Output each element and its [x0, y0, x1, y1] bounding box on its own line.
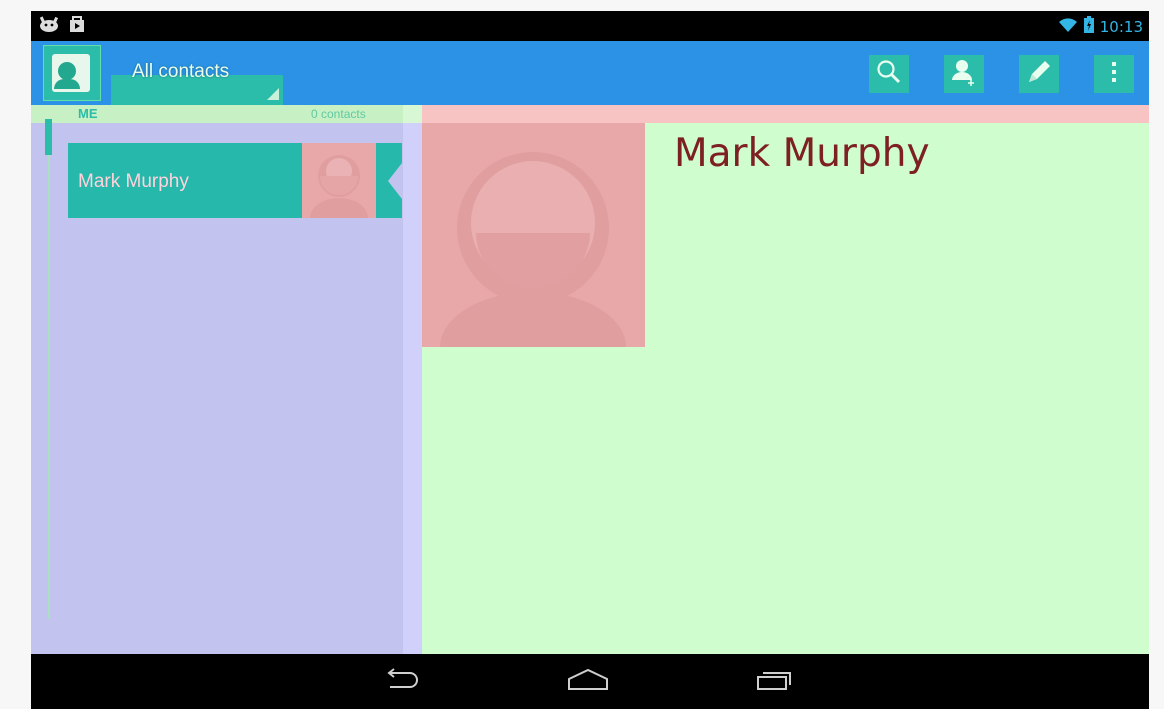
detail-photo[interactable] — [422, 123, 645, 347]
default-avatar-icon — [440, 152, 626, 347]
status-time: 10:13 — [1099, 18, 1143, 36]
pane-divider-top — [403, 105, 422, 123]
home-icon — [566, 667, 610, 698]
selected-indicator — [376, 143, 402, 218]
contact-photo — [302, 143, 376, 218]
spinner-label: All contacts — [132, 61, 230, 82]
status-bar: 10:13 — [31, 11, 1149, 41]
contact-name: Mark Murphy — [78, 171, 189, 192]
wifi-icon — [1058, 17, 1078, 38]
list-item[interactable]: Mark Murphy — [68, 143, 376, 218]
detail-header-strip — [422, 105, 1149, 123]
content-area: ME 0 contacts Mark Murphy Mark Murphy — [31, 105, 1149, 654]
back-icon — [380, 667, 420, 698]
recents-button[interactable] — [749, 666, 799, 698]
contact-list-pane: ME 0 contacts Mark Murphy — [31, 105, 403, 654]
back-button[interactable] — [375, 666, 425, 698]
overflow-menu-button[interactable] — [1094, 55, 1134, 93]
selection-arrow-icon — [388, 163, 402, 199]
android-icon — [39, 15, 59, 38]
contact-detail-pane: Mark Murphy — [422, 105, 1149, 654]
fast-scroll-thumb[interactable] — [45, 119, 52, 155]
status-system: 10:13 — [1058, 16, 1143, 38]
contacts-app-icon[interactable] — [43, 45, 101, 101]
add-contact-button[interactable] — [944, 55, 984, 93]
shopping-bag-icon — [69, 15, 85, 38]
fast-scroll-track[interactable] — [48, 119, 50, 619]
search-icon — [876, 59, 902, 90]
status-notifications — [39, 15, 85, 38]
overflow-menu-icon — [1111, 61, 1117, 88]
contacts-count: 0 contacts — [311, 107, 366, 121]
edit-icon — [1025, 58, 1053, 91]
recents-icon — [754, 667, 794, 698]
search-button[interactable] — [869, 55, 909, 93]
action-bar: All contacts — [31, 41, 1149, 105]
home-button[interactable] — [563, 666, 613, 698]
default-avatar-icon — [310, 155, 368, 218]
contact-face-icon — [58, 62, 76, 80]
pane-divider — [403, 105, 422, 654]
spinner-dropdown-icon — [267, 88, 279, 100]
detail-name: Mark Murphy — [674, 131, 930, 176]
navigation-bar — [31, 654, 1149, 709]
edit-button[interactable] — [1019, 55, 1059, 93]
device-screen: 10:13 All contacts ME 0 contacts Mark Mu… — [31, 11, 1149, 709]
contact-body-icon — [54, 79, 80, 89]
add-contact-icon — [951, 58, 977, 91]
me-section-label: ME — [78, 106, 98, 121]
battery-icon — [1083, 16, 1094, 38]
